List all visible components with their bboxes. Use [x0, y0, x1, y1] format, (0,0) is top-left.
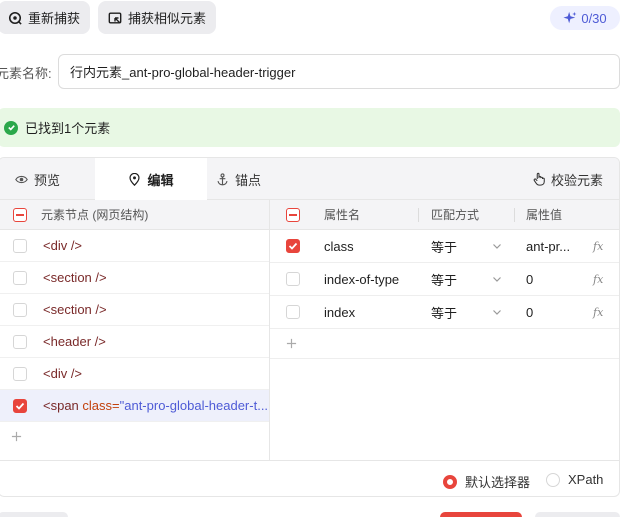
chevron-down-icon[interactable]: [492, 239, 502, 254]
node-checkbox-checked[interactable]: [13, 399, 27, 413]
node-tree-header: 元素节点 (网页结构): [0, 200, 269, 230]
found-alert: 已找到1个元素: [0, 108, 620, 147]
editor-panel: 预览 编辑 锚点 校验元素 元素节点 (网页结构) <div /> <secti…: [0, 157, 620, 497]
default-selector-radio[interactable]: 默认选择器: [443, 472, 530, 491]
capture-counter: 0/30: [550, 6, 620, 30]
property-row[interactable]: index-of-type 等于 0 fx: [270, 263, 619, 296]
prop-value-input[interactable]: 0: [526, 272, 533, 287]
node-header-label: 元素节点 (网页结构): [41, 208, 149, 222]
tab-preview[interactable]: 预览: [15, 158, 60, 200]
selector-type-bar: 默认选择器 XPath: [0, 460, 619, 496]
verify-element-button[interactable]: 校验元素: [532, 158, 603, 200]
check-circle-icon: [4, 120, 18, 135]
xpath-selector-radio[interactable]: XPath: [546, 472, 603, 487]
sparkle-icon: [563, 11, 577, 24]
eye-icon: [15, 175, 28, 183]
node-row[interactable]: <section />: [0, 294, 269, 326]
confirm-button-edge[interactable]: [440, 512, 522, 517]
node-row[interactable]: <div />: [0, 358, 269, 390]
chevron-down-icon[interactable]: [492, 272, 502, 287]
tab-anchor[interactable]: 锚点: [216, 158, 261, 200]
anchor-icon: [217, 172, 228, 185]
node-row[interactable]: <header />: [0, 326, 269, 358]
prop-value-header: 属性值: [526, 208, 563, 222]
recapture-label: 重新捕获: [28, 11, 81, 26]
match-select[interactable]: 等于: [431, 303, 457, 322]
tab-edit[interactable]: 编辑: [95, 158, 207, 201]
cancel-button-edge[interactable]: [535, 512, 620, 517]
node-tree: 元素节点 (网页结构) <div /> <section /> <section…: [0, 200, 270, 460]
capture-similar-label: 捕获相似元素: [128, 11, 207, 26]
fx-icon[interactable]: fx: [593, 306, 603, 319]
fx-icon[interactable]: fx: [593, 240, 603, 253]
property-row[interactable]: class 等于 ant-pr... fx: [270, 230, 619, 263]
property-table-header: 属性名 匹配方式 属性值: [270, 200, 619, 230]
prop-match-header: 匹配方式: [431, 208, 480, 222]
bottom-button-edge[interactable]: [0, 512, 68, 517]
node-checkbox[interactable]: [13, 335, 27, 349]
check-icon: [15, 402, 25, 410]
check-icon: [288, 242, 298, 250]
chevron-down-icon[interactable]: [492, 305, 502, 320]
tab-bar: 预览 编辑 锚点 校验元素: [0, 158, 619, 201]
node-checkbox[interactable]: [13, 239, 27, 253]
prop-name-header: 属性名: [324, 208, 361, 222]
plus-icon: [11, 431, 22, 441]
property-table: 属性名 匹配方式 属性值 class 等于 ant-pr... fx index…: [270, 200, 619, 460]
fx-icon[interactable]: fx: [593, 273, 603, 286]
node-checkbox[interactable]: [13, 271, 27, 285]
recapture-icon: [8, 11, 22, 25]
node-row[interactable]: <div />: [0, 230, 269, 262]
select-all-nodes-checkbox[interactable]: [13, 208, 27, 222]
column-divider: [418, 208, 419, 222]
match-select[interactable]: 等于: [431, 270, 457, 289]
add-property-button[interactable]: [270, 329, 619, 359]
radio-selected-icon: [443, 474, 457, 489]
node-row-selected[interactable]: <span class="ant-pro-global-header-t...: [0, 390, 269, 422]
element-name-input[interactable]: [58, 54, 620, 89]
alert-text: 已找到1个元素: [25, 121, 111, 136]
node-checkbox[interactable]: [13, 303, 27, 317]
node-checkbox[interactable]: [13, 367, 27, 381]
radio-unselected-icon: [546, 472, 560, 487]
element-name-label: 元素名称:: [0, 66, 52, 81]
plus-icon: [286, 338, 297, 349]
counter-text: 0/30: [581, 10, 607, 26]
property-row[interactable]: index 等于 0 fx: [270, 296, 619, 329]
prop-value-input[interactable]: 0: [526, 305, 533, 320]
capture-frame-icon: [108, 11, 122, 24]
select-all-props-checkbox[interactable]: [286, 208, 300, 222]
prop-checkbox[interactable]: [286, 305, 300, 319]
recapture-button[interactable]: 重新捕获: [0, 1, 91, 34]
prop-checkbox-checked[interactable]: [286, 239, 300, 253]
match-select[interactable]: 等于: [431, 237, 457, 256]
capture-similar-button[interactable]: 捕获相似元素: [98, 1, 217, 34]
add-node-button[interactable]: [0, 422, 269, 450]
prop-checkbox[interactable]: [286, 272, 300, 286]
prop-value-input[interactable]: ant-pr...: [526, 239, 570, 254]
hand-pointer-icon: [533, 172, 545, 186]
node-row[interactable]: <section />: [0, 262, 269, 294]
span-node-text: <span class="ant-pro-global-header-t...: [43, 398, 269, 413]
column-divider: [514, 208, 515, 222]
location-pin-icon: [129, 173, 141, 186]
